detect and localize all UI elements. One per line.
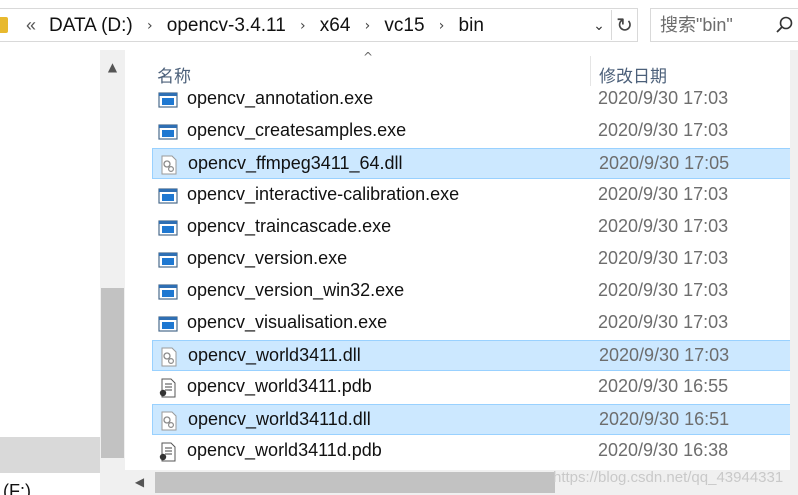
file-date: 2020/9/30 17:03 xyxy=(598,248,729,268)
file-row[interactable]: opencv_visualisation.exe 2020/9/30 17:03 xyxy=(152,308,791,339)
nav-item-drive[interactable]: (F:) xyxy=(3,481,31,495)
breadcrumb-item[interactable]: DATA (D:) xyxy=(49,15,133,37)
file-row[interactable]: opencv_version.exe 2020/9/30 17:03 xyxy=(152,244,791,275)
file-list: ^ 名称 修改日期 opencv_annotation.exe 2020/9/30… xyxy=(125,50,798,470)
horizontal-scroll-thumb[interactable] xyxy=(155,472,555,493)
file-name: opencv_ffmpeg3411_64.dll xyxy=(188,153,403,173)
search-icon[interactable] xyxy=(775,15,795,35)
search-input[interactable] xyxy=(651,9,771,41)
address-row: « DATA (D:) › opencv-3.4.11 › x64 › vc15 › bin ⌄… xyxy=(0,0,798,50)
file-date: 2020/9/30 17:03 xyxy=(598,312,729,332)
file-date: 2020/9/30 17:03 xyxy=(598,120,729,140)
file-row[interactable]: opencv_world3411.dll 2020/9/30 17:03 xyxy=(152,340,791,371)
sort-caret-icon: ^ xyxy=(363,50,374,64)
chevron-down-icon[interactable]: ⌄ xyxy=(588,15,610,37)
file-row[interactable]: opencv_createsamples.exe 2020/9/30 17:03 xyxy=(152,116,791,147)
file-date: 2020/9/30 17:03 xyxy=(598,184,729,204)
column-divider[interactable] xyxy=(590,56,591,86)
file-name: opencv_world3411.pdb xyxy=(187,376,372,396)
file-name: opencv_world3411d.dll xyxy=(188,409,371,429)
breadcrumb: DATA (D:) › opencv-3.4.11 › x64 › vc15 › bin xyxy=(49,14,484,38)
exe-file-icon xyxy=(158,186,178,206)
file-row[interactable]: opencv_world3411.pdb 2020/9/30 16:55 xyxy=(152,372,791,403)
exe-file-icon xyxy=(158,282,178,302)
refresh-icon[interactable]: ↻ xyxy=(611,10,637,40)
list-scrollbar[interactable] xyxy=(790,50,798,470)
column-header: ^ 名称 修改日期 xyxy=(125,50,798,86)
scroll-up-icon[interactable]: ▲ xyxy=(100,54,125,80)
file-name: opencv_world3411.dll xyxy=(188,345,361,365)
pdb-file-icon xyxy=(158,378,178,398)
breadcrumb-item[interactable]: opencv-3.4.11 xyxy=(167,15,286,37)
scroll-left-icon[interactable]: ◀ xyxy=(127,470,152,495)
exe-file-icon xyxy=(158,122,178,142)
pdb-file-icon xyxy=(158,442,178,462)
file-date: 2020/9/30 17:03 xyxy=(598,216,729,236)
file-row[interactable]: opencv_interactive-calibration.exe 2020/9… xyxy=(152,180,791,211)
file-date: 2020/9/30 17:03 xyxy=(599,345,730,365)
file-name: opencv_interactive-calibration.exe xyxy=(187,184,460,204)
chevron-right-icon[interactable]: › xyxy=(133,18,167,34)
exe-file-icon xyxy=(158,250,178,270)
chevron-right-icon[interactable]: › xyxy=(286,18,320,34)
chevron-right-icon[interactable]: › xyxy=(350,18,384,34)
file-date: 2020/9/30 17:03 xyxy=(598,280,729,300)
breadcrumb-item[interactable]: vc15 xyxy=(384,15,424,37)
file-name: opencv_visualisation.exe xyxy=(187,312,388,332)
dll-file-icon xyxy=(159,411,179,431)
file-row[interactable]: opencv_annotation.exe 2020/9/30 17:03 xyxy=(152,84,791,115)
file-name: opencv_world3411d.pdb xyxy=(187,440,382,460)
file-name: opencv_traincascade.exe xyxy=(187,216,392,236)
file-row[interactable]: opencv_world3411d.dll 2020/9/30 16:51 xyxy=(152,404,791,435)
nav-item-selected[interactable] xyxy=(0,437,100,473)
watermark: https://blog.csdn.net/qq_43944331 xyxy=(553,469,784,486)
folder-icon xyxy=(0,17,8,33)
overflow-chevron[interactable]: « xyxy=(26,15,36,36)
search-box[interactable] xyxy=(650,8,798,42)
breadcrumb-item[interactable]: bin xyxy=(459,15,484,37)
file-date: 2020/9/30 16:38 xyxy=(598,440,729,460)
file-date: 2020/9/30 16:51 xyxy=(599,409,730,429)
nav-scrollbar[interactable]: ▲ xyxy=(100,50,125,495)
breadcrumb-item[interactable]: x64 xyxy=(320,15,351,37)
exe-file-icon xyxy=(158,90,178,110)
dll-file-icon xyxy=(159,155,179,175)
file-date: 2020/9/30 17:03 xyxy=(598,88,729,108)
nav-scroll-thumb[interactable] xyxy=(101,288,124,458)
file-row[interactable]: opencv_version_win32.exe 2020/9/30 17:03 xyxy=(152,276,791,307)
file-row[interactable]: opencv_traincascade.exe 2020/9/30 17:03 xyxy=(152,212,791,243)
file-name: opencv_annotation.exe xyxy=(187,88,374,108)
navigation-pane: (F:) xyxy=(0,50,100,495)
file-row[interactable]: opencv_ffmpeg3411_64.dll 2020/9/30 17:05 xyxy=(152,148,791,179)
file-name: opencv_createsamples.exe xyxy=(187,120,407,140)
address-bar[interactable]: « DATA (D:) › opencv-3.4.11 › x64 › vc15 › bin ⌄… xyxy=(0,8,638,42)
file-name: opencv_version.exe xyxy=(187,248,348,268)
file-date: 2020/9/30 17:05 xyxy=(599,153,730,173)
file-name: opencv_version_win32.exe xyxy=(187,280,405,300)
file-row[interactable]: opencv_world3411d.pdb 2020/9/30 16:38 xyxy=(152,436,791,467)
dll-file-icon xyxy=(159,347,179,367)
exe-file-icon xyxy=(158,218,178,238)
exe-file-icon xyxy=(158,314,178,334)
file-date: 2020/9/30 16:55 xyxy=(598,376,729,396)
chevron-right-icon[interactable]: › xyxy=(425,18,459,34)
